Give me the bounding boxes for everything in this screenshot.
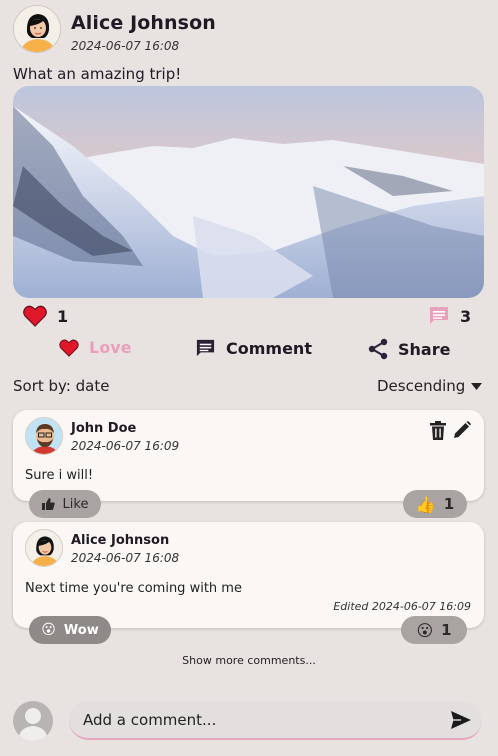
comment-author-avatar[interactable] bbox=[25, 529, 63, 567]
thumbs-up-icon: 👍 bbox=[415, 494, 436, 514]
comment-author-name[interactable]: Alice Johnson bbox=[71, 533, 169, 548]
wow-reaction-button[interactable]: 😮 Wow bbox=[29, 616, 111, 644]
comment-edited-note: Edited 2024-06-07 16:09 bbox=[333, 600, 471, 613]
current-user-avatar bbox=[13, 701, 53, 741]
comment-input[interactable] bbox=[69, 701, 429, 738]
show-more-comments-link[interactable]: Show more comments... bbox=[0, 654, 498, 667]
comment-button-label: Comment bbox=[226, 339, 312, 358]
comment-card: John Doe 2024-06-07 16:09 Sure i will! bbox=[13, 410, 484, 501]
comment-count[interactable]: 3 bbox=[428, 305, 471, 327]
comment-timestamp: 2024-06-07 16:08 bbox=[71, 551, 180, 565]
post-author-name[interactable]: Alice Johnson bbox=[71, 12, 216, 34]
comment-author-name[interactable]: John Doe bbox=[71, 421, 136, 436]
send-icon[interactable] bbox=[451, 711, 471, 729]
heart-icon bbox=[59, 339, 79, 357]
heart-icon bbox=[23, 305, 47, 327]
user-icon bbox=[18, 708, 48, 741]
love-count[interactable]: 1 bbox=[23, 305, 68, 327]
sort-by-selector[interactable]: Sort by: date bbox=[13, 377, 109, 395]
comment-count-value: 3 bbox=[460, 306, 472, 326]
pencil-icon[interactable] bbox=[453, 421, 471, 439]
reaction-count-badge[interactable]: 😮 1 bbox=[401, 616, 467, 644]
love-button[interactable]: Love bbox=[59, 338, 131, 357]
trash-icon[interactable] bbox=[430, 421, 446, 440]
reaction-count: 1 bbox=[441, 621, 452, 639]
love-button-label: Love bbox=[89, 338, 132, 357]
share-button-label: Share bbox=[398, 339, 451, 359]
post-image[interactable] bbox=[13, 86, 484, 298]
comment-icon bbox=[430, 307, 448, 324]
sort-order-label: Descending bbox=[377, 377, 466, 395]
comment-icon bbox=[196, 339, 215, 357]
like-reaction-label: Like bbox=[62, 496, 89, 512]
sort-order-dropdown[interactable]: Descending bbox=[377, 377, 483, 395]
comment-card: Alice Johnson 2024-06-07 16:08 Next time… bbox=[13, 522, 484, 628]
thumbs-up-icon bbox=[41, 498, 55, 510]
comment-text: Sure i will! bbox=[25, 468, 94, 483]
chevron-down-icon bbox=[471, 382, 483, 390]
reaction-count-badge[interactable]: 👍 1 bbox=[403, 490, 467, 518]
share-icon bbox=[368, 338, 388, 360]
comment-input-container bbox=[69, 701, 482, 740]
comment-author-avatar[interactable] bbox=[25, 417, 63, 455]
post-text: What an amazing trip! bbox=[13, 65, 182, 83]
love-count-value: 1 bbox=[57, 306, 69, 326]
comment-timestamp: 2024-06-07 16:09 bbox=[71, 439, 180, 453]
reaction-count: 1 bbox=[443, 495, 455, 513]
comment-text: Next time you're coming with me bbox=[25, 581, 242, 596]
wow-reaction-label: Wow bbox=[63, 622, 99, 638]
comment-button[interactable]: Comment bbox=[195, 338, 312, 359]
wow-icon: 😮 bbox=[416, 620, 434, 640]
wow-icon: 😮 bbox=[41, 622, 56, 638]
share-button[interactable]: Share bbox=[368, 338, 450, 360]
post-author-avatar[interactable] bbox=[13, 5, 61, 53]
post-timestamp: 2024-06-07 16:08 bbox=[71, 39, 180, 53]
like-reaction-button[interactable]: Like bbox=[29, 490, 101, 518]
